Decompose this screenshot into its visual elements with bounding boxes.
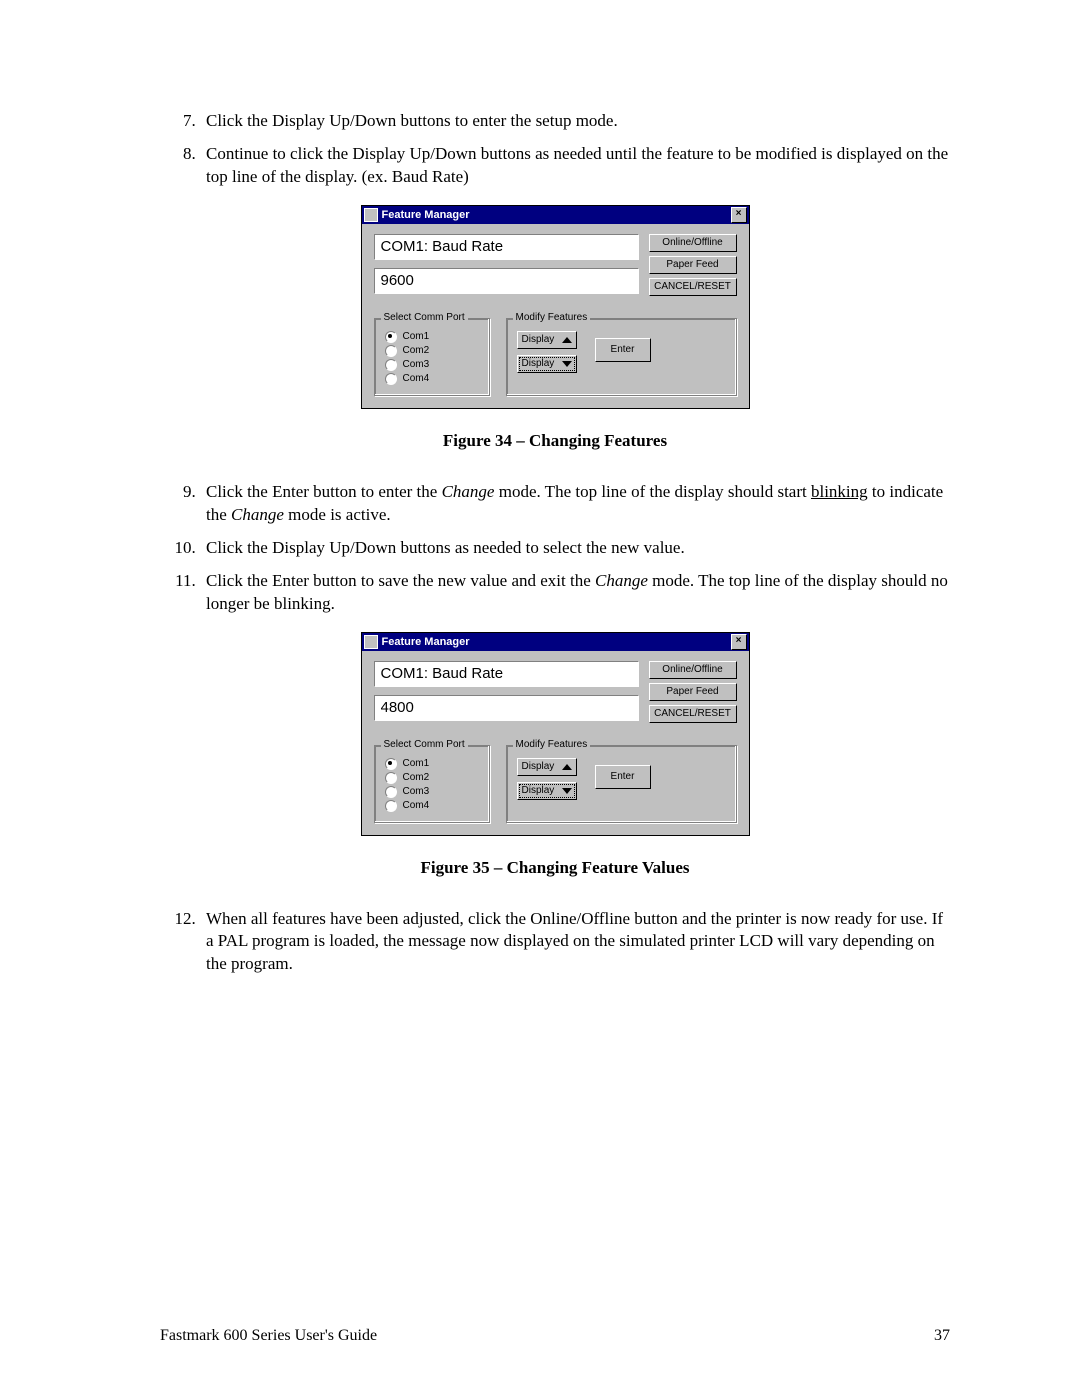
text: mode. The top line of the display should… xyxy=(494,482,811,501)
display-up-button[interactable]: Display xyxy=(517,331,577,349)
list-item: Click the Display Up/Down buttons to ent… xyxy=(200,110,950,133)
select-comm-port-group: Select Comm Port Com1 Com2 Com3 Com4 xyxy=(374,745,490,823)
side-buttons: Online/Offline Paper Feed CANCEL/RESET xyxy=(649,234,737,300)
footer-title: Fastmark 600 Series User's Guide xyxy=(160,1327,377,1345)
list-item: Click the Enter button to save the new v… xyxy=(200,570,950,616)
radio-icon xyxy=(385,758,397,770)
group-legend: Modify Features xyxy=(513,312,591,323)
display-line-2[interactable] xyxy=(374,268,639,294)
text: Change xyxy=(442,482,495,501)
enter-button[interactable]: Enter xyxy=(595,765,651,789)
page-footer: Fastmark 600 Series User's Guide 37 xyxy=(160,1327,950,1345)
radio-com2[interactable]: Com2 xyxy=(385,345,479,357)
window-body: Online/Offline Paper Feed CANCEL/RESET S… xyxy=(362,651,749,835)
select-comm-port-group: Select Comm Port Com1 Com2 Com3 Com4 xyxy=(374,318,490,396)
ordered-list: Click the Display Up/Down buttons to ent… xyxy=(160,110,950,189)
radio-com1[interactable]: Com1 xyxy=(385,331,479,343)
list-item: Continue to click the Display Up/Down bu… xyxy=(200,143,950,189)
text: Change xyxy=(231,505,284,524)
text: Click the Display Up/Down buttons to ent… xyxy=(206,111,618,130)
radio-icon xyxy=(385,345,397,357)
radio-icon xyxy=(385,359,397,371)
app-icon xyxy=(364,635,378,649)
online-offline-button[interactable]: Online/Offline xyxy=(649,661,737,679)
group-legend: Select Comm Port xyxy=(381,739,468,750)
radio-com4[interactable]: Com4 xyxy=(385,800,479,812)
document-page: Click the Display Up/Down buttons to ent… xyxy=(0,0,1080,1397)
group-legend: Modify Features xyxy=(513,739,591,750)
radio-com4[interactable]: Com4 xyxy=(385,373,479,385)
radio-com3[interactable]: Com3 xyxy=(385,786,479,798)
group-legend: Select Comm Port xyxy=(381,312,468,323)
display-down-button[interactable]: Display xyxy=(517,355,577,373)
modify-features-group: Modify Features Display Display Enter xyxy=(506,318,737,396)
display-up-button[interactable]: Display xyxy=(517,758,577,776)
triangle-down-icon xyxy=(562,361,572,367)
figure-caption: Figure 34 – Changing Features xyxy=(160,431,950,451)
radio-icon xyxy=(385,373,397,385)
cancel-reset-button[interactable]: CANCEL/RESET xyxy=(649,278,737,296)
text: Change xyxy=(595,571,648,590)
lcd-display xyxy=(374,661,639,721)
online-offline-button[interactable]: Online/Offline xyxy=(649,234,737,252)
list-item: When all features have been adjusted, cl… xyxy=(200,908,950,977)
text: When all features have been adjusted, cl… xyxy=(206,909,943,974)
radio-com1[interactable]: Com1 xyxy=(385,758,479,770)
radio-com2[interactable]: Com2 xyxy=(385,772,479,784)
enter-button[interactable]: Enter xyxy=(595,338,651,362)
text: blinking xyxy=(811,482,868,501)
triangle-up-icon xyxy=(562,337,572,343)
text: Click the Enter button to save the new v… xyxy=(206,571,595,590)
modify-features-group: Modify Features Display Display Enter xyxy=(506,745,737,823)
radio-icon xyxy=(385,331,397,343)
side-buttons: Online/Offline Paper Feed CANCEL/RESET xyxy=(649,661,737,727)
close-icon[interactable]: × xyxy=(731,634,747,650)
ordered-list: When all features have been adjusted, cl… xyxy=(160,908,950,977)
text: Click the Display Up/Down buttons as nee… xyxy=(206,538,685,557)
triangle-down-icon xyxy=(562,788,572,794)
paper-feed-button[interactable]: Paper Feed xyxy=(649,256,737,274)
window-title: Feature Manager xyxy=(382,209,470,221)
figure-caption: Figure 35 – Changing Feature Values xyxy=(160,858,950,878)
cancel-reset-button[interactable]: CANCEL/RESET xyxy=(649,705,737,723)
radio-icon xyxy=(385,800,397,812)
display-line-1[interactable] xyxy=(374,234,639,260)
feature-manager-window: Feature Manager × Online/Offline Paper F… xyxy=(361,205,750,409)
display-line-1[interactable] xyxy=(374,661,639,687)
triangle-up-icon xyxy=(562,764,572,770)
radio-icon xyxy=(385,786,397,798)
text: mode is active. xyxy=(284,505,391,524)
radio-icon xyxy=(385,772,397,784)
footer-page-number: 37 xyxy=(934,1327,950,1345)
list-item: Click the Display Up/Down buttons as nee… xyxy=(200,537,950,560)
display-line-2[interactable] xyxy=(374,695,639,721)
ordered-list: Click the Enter button to enter the Chan… xyxy=(160,481,950,616)
close-icon[interactable]: × xyxy=(731,207,747,223)
display-down-button[interactable]: Display xyxy=(517,782,577,800)
text: Click the Enter button to enter the xyxy=(206,482,442,501)
text: Continue to click the Display Up/Down bu… xyxy=(206,144,948,186)
radio-com3[interactable]: Com3 xyxy=(385,359,479,371)
lcd-display xyxy=(374,234,639,294)
list-item: Click the Enter button to enter the Chan… xyxy=(200,481,950,527)
window-title: Feature Manager xyxy=(382,636,470,648)
window-body: Online/Offline Paper Feed CANCEL/RESET S… xyxy=(362,224,749,408)
app-icon xyxy=(364,208,378,222)
titlebar: Feature Manager × xyxy=(362,206,749,224)
feature-manager-window: Feature Manager × Online/Offline Paper F… xyxy=(361,632,750,836)
titlebar: Feature Manager × xyxy=(362,633,749,651)
paper-feed-button[interactable]: Paper Feed xyxy=(649,683,737,701)
